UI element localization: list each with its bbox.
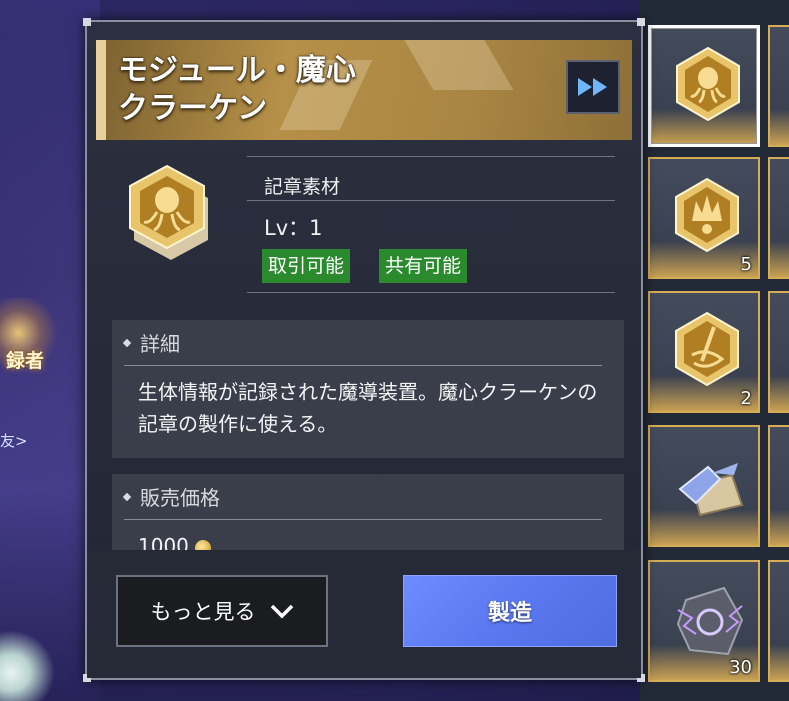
item-count: 30 — [729, 657, 752, 678]
inventory-slot[interactable]: 5 — [648, 157, 760, 279]
detail-heading: 詳細 — [122, 328, 180, 357]
inventory-slot-partial[interactable] — [768, 25, 789, 147]
price-heading-text: 販売価格 — [140, 486, 220, 510]
detail-heading-text: 詳細 — [140, 332, 180, 356]
info-divider — [247, 156, 615, 157]
inventory-slot-partial[interactable] — [768, 157, 789, 279]
item-detail-panel: モジュール・魔心 クラーケン 記章素材 Lv：1 取引可能 共有可能 詳細 生体… — [83, 18, 645, 682]
inventory-slot[interactable] — [648, 425, 760, 547]
item-description: 生体情報が記録された魔導装置。魔心クラーケンの記章の製作に使える。 — [138, 380, 598, 436]
sword-module-icon — [675, 311, 739, 387]
background-feather — [0, 630, 55, 701]
item-count: 2 — [740, 388, 752, 409]
lightning-stone-icon — [676, 586, 744, 656]
info-divider — [247, 200, 615, 201]
item-category: 記章素材 — [264, 176, 341, 198]
detail-section: 詳細 生体情報が記録された魔導装置。魔心クラーケンの記章の製作に使える。 — [112, 320, 624, 458]
inventory-slot-partial[interactable] — [768, 425, 789, 547]
info-divider — [247, 292, 615, 293]
price-section: 販売価格 1000 — [112, 474, 624, 558]
item-title-line2: クラーケン — [118, 91, 268, 126]
shareable-tag: 共有可能 — [379, 249, 468, 283]
chevron-down-icon — [270, 604, 293, 619]
header-decoration — [398, 40, 514, 90]
craft-button[interactable]: 製造 — [403, 575, 617, 647]
panel-corner — [637, 18, 645, 26]
background-friend-link[interactable]: 友> — [0, 430, 28, 451]
price-heading: 販売価格 — [122, 482, 220, 511]
header-accent — [96, 40, 106, 140]
crown-module-icon — [675, 177, 739, 253]
item-header: モジュール・魔心 クラーケン — [96, 40, 632, 140]
fast-forward-button[interactable] — [566, 60, 620, 114]
section-divider — [124, 519, 602, 520]
diamond-bullet-icon — [122, 338, 132, 347]
craft-label: 製造 — [487, 601, 532, 626]
inventory-slot-partial[interactable] — [768, 291, 789, 413]
inventory-slot-partial[interactable] — [768, 560, 789, 682]
item-title: モジュール・魔心 クラーケン — [118, 52, 356, 128]
kraken-module-icon — [676, 46, 740, 122]
tradable-tag: 取引可能 — [262, 249, 351, 283]
item-title-line1: モジュール・魔心 — [118, 53, 356, 88]
inventory-slot[interactable] — [648, 25, 760, 147]
see-more-label: もっと見る — [150, 600, 256, 624]
see-more-button[interactable]: もっと見る — [116, 575, 328, 647]
background-title-fragment: 録者 — [6, 350, 45, 372]
diamond-bullet-icon — [122, 492, 132, 501]
item-count: 5 — [740, 254, 752, 275]
item-level: Lv：1 — [264, 216, 323, 240]
inventory-slot[interactable]: 30 — [648, 560, 760, 682]
section-divider — [124, 365, 602, 366]
panel-corner — [83, 18, 91, 26]
crystal-scroll-icon — [678, 463, 744, 517]
fast-forward-icon — [578, 78, 607, 96]
inventory-slot[interactable]: 2 — [648, 291, 760, 413]
inventory-grid: 5 2 30 — [640, 0, 789, 701]
kraken-module-icon — [129, 164, 208, 260]
